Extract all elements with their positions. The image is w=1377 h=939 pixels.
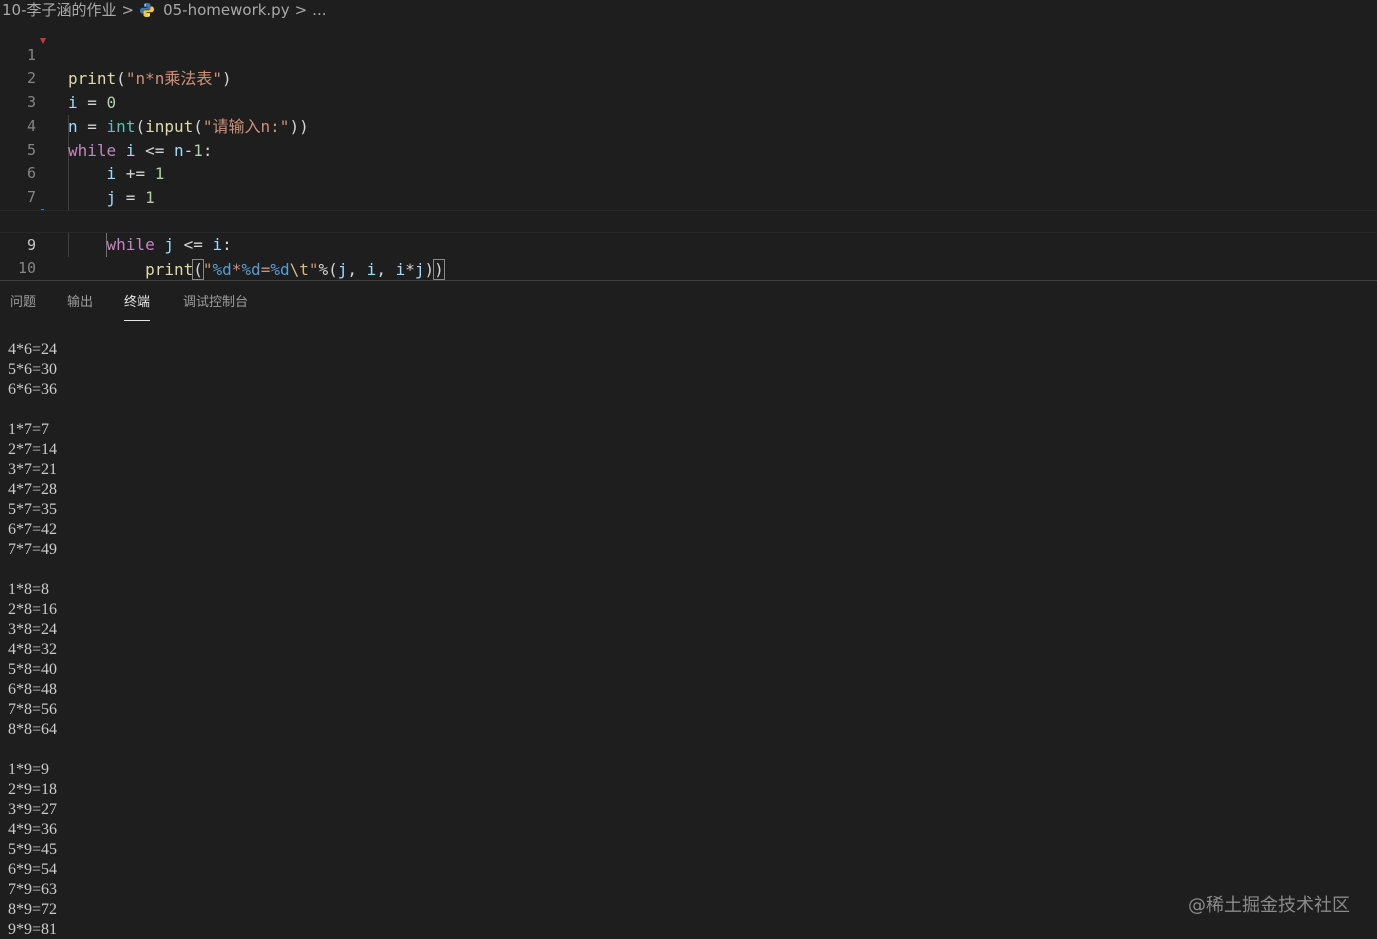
tab-debug-console[interactable]: 调试控制台: [183, 295, 248, 317]
python-file-icon: [139, 2, 155, 18]
code-line[interactable]: 2 i = 0: [0, 44, 1377, 112]
code-editor[interactable]: 1 print("n*n乘法表") 2 i = 0 3 n = int(inpu…: [0, 20, 1377, 302]
terminal-line: 4*9=36: [8, 821, 58, 838]
terminal-line: 8*8=64: [8, 721, 58, 738]
breadcrumb-ellipsis[interactable]: ...: [312, 2, 326, 18]
tab-terminal[interactable]: 终端: [124, 295, 151, 321]
terminal-line: 3*8=24: [8, 621, 58, 638]
code-line[interactable]: 5 i += 1: [0, 115, 1377, 184]
terminal-line: 6*6=36: [8, 381, 58, 398]
terminal-output[interactable]: 4*6=24 5*6=30 6*6=36 1*7=7 2*7=14 3*7=21 4*7=2…: [8, 340, 1368, 939]
code-line[interactable]: 3 n = int(input("请输入n:")): [0, 67, 1377, 136]
terminal-line: 1*9=9: [8, 761, 50, 778]
code-line[interactable]: 4 while i <= n-1:: [0, 91, 1377, 160]
terminal-line: 1*8=8: [8, 581, 50, 598]
terminal-line: 6*9=54: [8, 861, 58, 878]
code-line-current[interactable]: 9 print("%d*%d=%d\t"%(j, i, i*j)): [0, 209, 1377, 280]
code-line[interactable]: 11: [0, 257, 1377, 301]
terminal-line: 9*9=81: [8, 921, 58, 938]
tab-output[interactable]: 输出: [67, 295, 93, 317]
breadcrumb-folder[interactable]: 10-李子涵的作业: [2, 2, 117, 18]
terminal-line: 6*8=48: [8, 681, 58, 698]
terminal-line: 2*7=14: [8, 441, 58, 458]
code-line[interactable]: 1 print("n*n乘法表"): [0, 20, 1377, 89]
code-line[interactable]: 6 j = 1: [0, 139, 1377, 207]
active-tab-indicator: [124, 320, 151, 321]
code-line[interactable]: 8 while j <= i:: [0, 186, 1377, 255]
terminal-line: 7*7=49: [8, 541, 58, 558]
terminal-line: 5*8=40: [8, 661, 58, 678]
terminal-line: 8*9=72: [8, 901, 58, 918]
code-line[interactable]: 7 print("\n",end="")#相当于print(""): [0, 162, 1377, 231]
terminal-line: 2*9=18: [8, 781, 58, 798]
code-line[interactable]: 10 j+=1: [0, 233, 1377, 302]
terminal-line: 5*9=45: [8, 841, 58, 858]
terminal-line: 4*8=32: [8, 641, 58, 658]
terminal-line: 4*7=28: [8, 481, 58, 498]
terminal-line: 5*6=30: [8, 361, 58, 378]
terminal-line: 1*7=7: [8, 421, 50, 438]
terminal-line: 2*8=16: [8, 601, 58, 618]
breadcrumb-separator: >: [121, 1, 135, 19]
terminal-line: 3*9=27: [8, 801, 58, 818]
terminal-line: 3*7=21: [8, 461, 58, 478]
breadcrumb-separator: >: [294, 1, 308, 19]
terminal-line: 7*9=63: [8, 881, 58, 898]
terminal-line: 6*7=42: [8, 521, 58, 538]
breadcrumb-file[interactable]: 05-homework.py: [163, 2, 290, 18]
terminal-line: 7*8=56: [8, 701, 58, 718]
terminal-line: 4*6=24: [8, 341, 58, 358]
watermark: @稀土掘金技术社区: [1188, 895, 1350, 916]
tab-problems[interactable]: 问题: [10, 295, 36, 317]
breadcrumb: 10-李子涵的作业 > 05-homework.py > ...: [0, 0, 1377, 20]
panel-tab-bar: 问题 输出 终端 调试控制台: [0, 281, 1377, 326]
terminal-line: 5*7=35: [8, 501, 58, 518]
